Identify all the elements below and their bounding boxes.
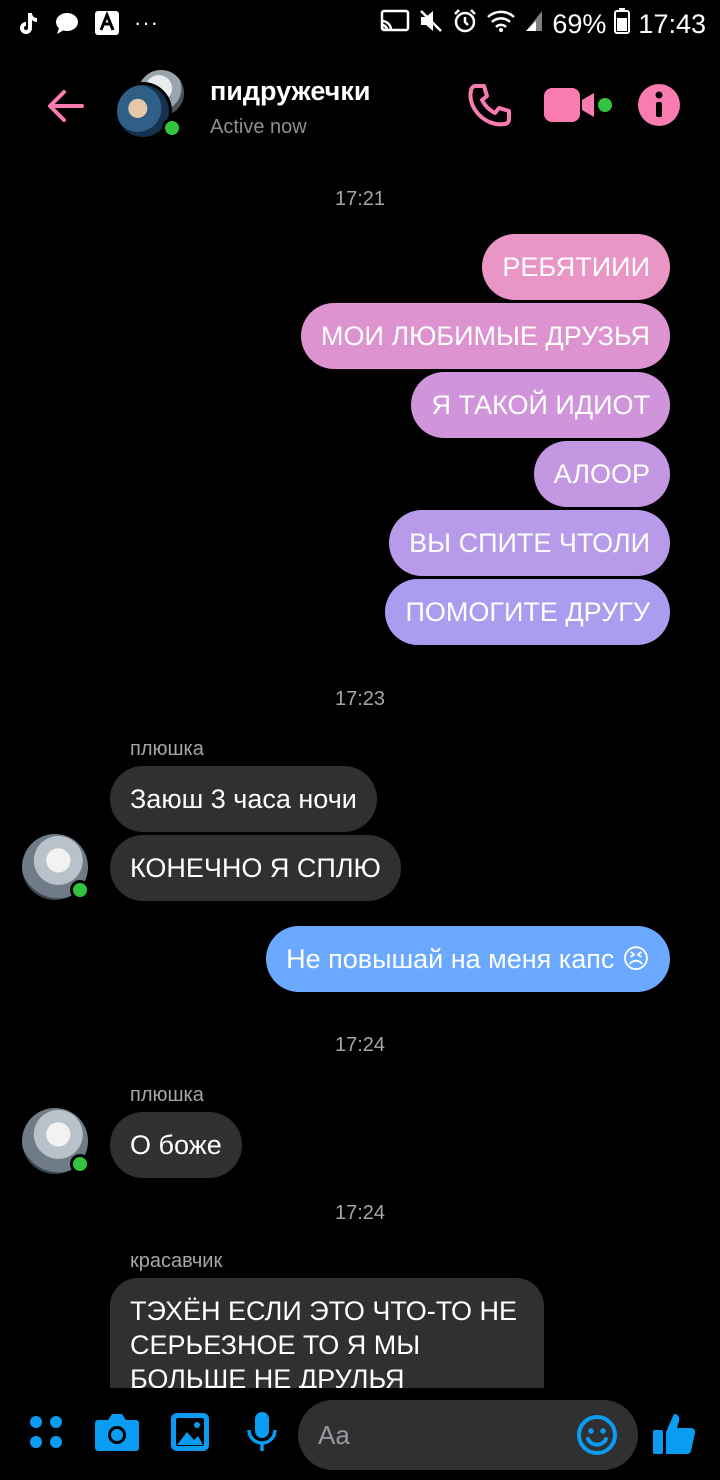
timestamp: 17:23 <box>334 688 386 710</box>
timestamp: 17:21 <box>334 188 386 210</box>
online-indicator <box>162 118 182 138</box>
notification-icons: ··· <box>14 10 159 36</box>
chat-header: пидружечки Active now <box>0 50 720 160</box>
four-dots-icon <box>30 1416 62 1448</box>
cast-icon <box>380 9 410 40</box>
thumbs-up-icon <box>653 1414 696 1455</box>
gallery-button[interactable] <box>170 1412 210 1457</box>
sender-name: красавчик <box>130 1250 223 1272</box>
message-input[interactable]: Aa <box>298 1400 638 1470</box>
active-status: Active now <box>210 116 307 138</box>
incoming-message[interactable]: Заюш 3 часа ночи <box>110 766 377 832</box>
more-actions-button[interactable] <box>28 1414 64 1455</box>
back-button[interactable] <box>42 82 90 130</box>
info-icon <box>638 84 680 126</box>
online-indicator <box>70 1154 90 1174</box>
group-avatar[interactable] <box>114 68 188 140</box>
timestamp: 17:24 <box>334 1202 386 1224</box>
outgoing-message[interactable]: ВЫ СПИТЕ ЧТОЛИ <box>389 510 670 576</box>
sender-avatar[interactable] <box>22 834 90 900</box>
info-button[interactable] <box>636 82 682 133</box>
signal-icon <box>524 9 544 40</box>
video-camera-icon <box>544 88 612 122</box>
phone-icon <box>468 84 511 127</box>
outgoing-message[interactable]: МОИ ЛЮБИМЫЕ ДРУЗЬЯ <box>301 303 670 369</box>
smiley-icon <box>577 1415 617 1455</box>
back-arrow-icon <box>48 90 84 122</box>
sender-name: плюшка <box>130 1084 204 1106</box>
online-indicator <box>70 880 90 900</box>
system-indicators: 69% 17:43 <box>380 8 706 41</box>
composer-bar: Aa <box>0 1388 720 1480</box>
chat-title[interactable]: пидружечки <box>210 76 370 107</box>
video-call-button[interactable] <box>544 86 616 131</box>
sender-avatar[interactable] <box>22 1108 90 1174</box>
incoming-message[interactable]: ТЭХЁН ЕСЛИ ЭТО ЧТО-ТО НЕ СЕРЬЕЗНОЕ ТО Я … <box>110 1278 544 1388</box>
status-bar: ··· 69% 17:43 <box>0 0 720 50</box>
outgoing-message[interactable]: АЛООР <box>533 441 670 507</box>
clock: 17:43 <box>638 9 706 39</box>
mute-icon <box>418 8 444 41</box>
sender-name: плюшка <box>130 738 204 760</box>
outgoing-message[interactable]: РЕБЯТИИИ <box>482 234 670 300</box>
battery-percent: 69% <box>552 9 607 39</box>
outgoing-message[interactable]: Не повышай на меня капс 😣 <box>266 926 670 992</box>
app-a-icon <box>94 10 120 36</box>
more-notifications: ··· <box>134 10 159 35</box>
input-placeholder: Aa <box>318 1420 350 1450</box>
image-icon <box>171 1413 209 1451</box>
wifi-icon <box>486 9 516 40</box>
timestamp: 17:24 <box>334 1034 386 1056</box>
message-thread[interactable]: 17:21 РЕБЯТИИИ МОИ ЛЮБИМЫЕ ДРУЗЬЯ Я ТАКО… <box>0 160 720 1388</box>
tiktok-icon <box>14 10 40 36</box>
microphone-icon <box>247 1412 277 1451</box>
chat-bubble-icon <box>54 10 80 36</box>
voice-call-button[interactable] <box>466 82 512 133</box>
incoming-message[interactable]: О боже <box>110 1112 242 1178</box>
outgoing-message[interactable]: ПОМОГИТЕ ДРУГУ <box>385 579 670 645</box>
battery-icon <box>614 8 631 41</box>
incoming-message[interactable]: КОНЕЧНО Я СПЛЮ <box>110 835 401 901</box>
emoji-button[interactable] <box>576 1414 618 1461</box>
like-button[interactable] <box>652 1410 698 1461</box>
alarm-icon <box>452 8 478 41</box>
camera-icon <box>95 1414 139 1451</box>
voice-message-button[interactable] <box>246 1410 278 1461</box>
outgoing-message[interactable]: Я ТАКОЙ ИДИОТ <box>411 372 670 438</box>
camera-button[interactable] <box>94 1412 140 1457</box>
